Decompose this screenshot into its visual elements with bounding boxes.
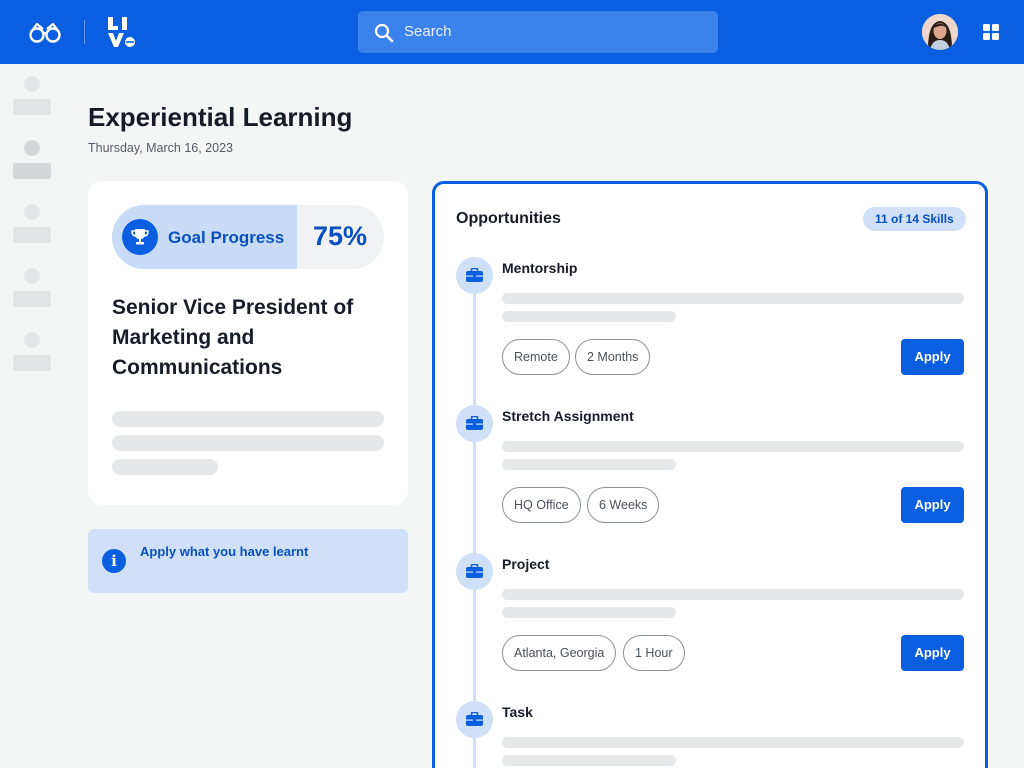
search-placeholder: Search (404, 23, 452, 40)
sidebar-item-label[interactable] (13, 291, 51, 307)
glasses-logo-icon[interactable] (28, 20, 62, 44)
page-title: Experiential Learning (88, 102, 353, 132)
tag-chip[interactable]: 2 Months (575, 339, 651, 375)
skeleton-line (502, 441, 964, 452)
apply-button[interactable]: Apply (901, 339, 964, 375)
page-date: Thursday, March 16, 2023 (88, 141, 233, 155)
opportunity-title: Project (502, 556, 550, 572)
briefcase-icon (456, 701, 493, 738)
tag-chip[interactable]: 6 Weeks (587, 487, 660, 523)
skeleton-line (502, 311, 676, 322)
search-bar[interactable]: Search (358, 11, 718, 53)
sidebar-item-label[interactable] (13, 163, 51, 179)
skeleton-line (502, 755, 676, 766)
sidebar-item-label[interactable] (13, 355, 51, 371)
skeleton-line (112, 411, 384, 427)
goal-progress-percent: 75% (313, 221, 368, 251)
info-callout[interactable]: i Apply what you have learnt (88, 529, 408, 593)
info-text: Apply what you have learnt (140, 544, 309, 559)
opportunity-title: Mentorship (502, 260, 578, 276)
tag-chip[interactable]: 1 Hour (623, 635, 685, 671)
goal-progress-label: Goal Progress (168, 228, 285, 247)
briefcase-icon (456, 553, 493, 590)
tag-chip[interactable]: Remote (502, 339, 570, 375)
apply-button[interactable]: Apply (901, 487, 964, 523)
tag-chip[interactable]: HQ Office (502, 487, 581, 523)
sidebar-item-icon[interactable] (24, 204, 40, 220)
sidebar-item-icon[interactable] (24, 76, 40, 92)
opportunity-title: Task (502, 704, 533, 720)
goal-card: Goal Progress 75% Senior Vice President … (88, 181, 408, 505)
search-icon (374, 23, 394, 43)
apps-grid-icon[interactable] (983, 24, 999, 40)
trophy-icon (122, 219, 158, 255)
skills-badge: 11 of 14 Skills (863, 207, 966, 231)
opportunities-title: Opportunities (456, 210, 561, 227)
goal-role-title: Senior Vice President of Marketing and C… (112, 296, 354, 379)
briefcase-icon (456, 405, 493, 442)
tag-chip[interactable]: Atlanta, Georgia (502, 635, 617, 671)
skeleton-line (112, 459, 218, 475)
opportunities-panel: Opportunities 11 of 14 Skills Mentorship… (432, 181, 988, 768)
sidebar-item-icon[interactable] (24, 268, 40, 284)
top-navigation-bar: Search (0, 0, 1024, 64)
skeleton-line (502, 589, 964, 600)
briefcase-icon (456, 257, 493, 294)
sidebar-item-icon[interactable] (24, 140, 40, 156)
sidebar-item-label[interactable] (13, 227, 51, 243)
info-icon: i (102, 549, 126, 573)
opportunity-title: Stretch Assignment (502, 408, 634, 424)
skeleton-line (502, 459, 676, 470)
user-avatar[interactable] (922, 14, 958, 50)
sidebar-item-label[interactable] (13, 99, 51, 115)
skeleton-line (502, 737, 964, 748)
timeline-line (473, 276, 476, 768)
live-logo-icon[interactable] (108, 17, 136, 47)
skeleton-line (502, 293, 964, 304)
skeleton-line (502, 607, 676, 618)
skeleton-line (112, 435, 384, 451)
apply-button[interactable]: Apply (901, 635, 964, 671)
goal-progress-pill: Goal Progress 75% (112, 205, 384, 269)
avatar-image (922, 14, 958, 50)
sidebar-item-icon[interactable] (24, 332, 40, 348)
header-divider (84, 20, 85, 44)
